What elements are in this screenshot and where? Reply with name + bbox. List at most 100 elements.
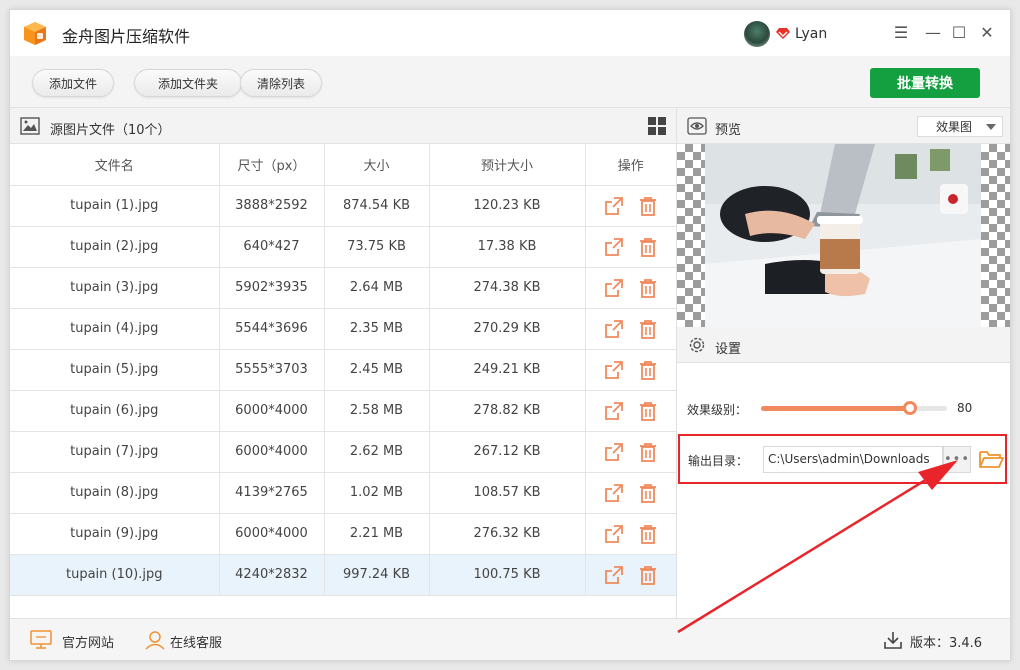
file-actions — [585, 472, 676, 514]
column-header-estimated-size[interactable]: 预计大小 — [429, 144, 586, 186]
quality-slider-thumb[interactable] — [902, 401, 917, 415]
table-row[interactable]: tupain (4).jpg 5544*3696 2.35 MB 270.29 KB — [10, 308, 676, 350]
file-estimated-size: 17.38 KB — [429, 226, 586, 268]
batch-convert-button[interactable]: 批量转换 — [870, 68, 980, 98]
export-icon[interactable] — [604, 319, 624, 339]
output-directory-row: 输出目录： C:\Users\admin\Downloads ••• — [678, 434, 1007, 484]
table-row[interactable]: tupain (7).jpg 6000*4000 2.62 MB 267.12 KB — [10, 431, 676, 473]
file-size: 2.62 MB — [324, 431, 430, 473]
monitor-icon — [30, 630, 52, 649]
file-actions — [585, 390, 676, 432]
browse-button[interactable]: ••• — [943, 446, 971, 473]
column-header-filename[interactable]: 文件名 — [10, 144, 220, 186]
app-logo-icon — [24, 22, 46, 45]
table-row[interactable]: tupain (5).jpg 5555*3703 2.45 MB 249.21 KB — [10, 349, 676, 391]
grid-view-icon[interactable] — [647, 116, 667, 136]
file-estimated-size: 276.32 KB — [429, 513, 586, 555]
menu-icon[interactable]: ☰ — [892, 24, 910, 42]
column-header-dimensions[interactable]: 尺寸（px） — [219, 144, 325, 186]
user-avatar[interactable] — [744, 21, 770, 47]
chevron-down-icon — [986, 124, 996, 130]
file-name: tupain (10).jpg — [10, 554, 220, 596]
file-name: tupain (5).jpg — [10, 349, 220, 391]
close-button[interactable]: ✕ — [978, 24, 996, 42]
table-row[interactable]: tupain (3).jpg 5902*3935 2.64 MB 274.38 KB — [10, 267, 676, 309]
online-support-link[interactable]: 在线客服 — [170, 632, 222, 651]
add-file-button[interactable]: 添加文件 — [32, 69, 114, 97]
file-dimensions: 5902*3935 — [219, 267, 325, 309]
trash-icon[interactable] — [638, 565, 658, 585]
file-estimated-size: 267.12 KB — [429, 431, 586, 473]
file-dimensions: 6000*4000 — [219, 431, 325, 473]
maximize-button[interactable]: ☐ — [950, 24, 968, 42]
export-icon[interactable] — [604, 401, 624, 421]
output-directory-label: 输出目录： — [688, 454, 749, 468]
file-size: 997.24 KB — [324, 554, 430, 596]
table-row[interactable]: tupain (6).jpg 6000*4000 2.58 MB 278.82 KB — [10, 390, 676, 432]
column-header-size[interactable]: 大小 — [324, 144, 430, 186]
file-actions — [585, 226, 676, 268]
file-estimated-size: 270.29 KB — [429, 308, 586, 350]
trash-icon[interactable] — [638, 483, 658, 503]
trash-icon[interactable] — [638, 319, 658, 339]
clear-list-button[interactable]: 清除列表 — [240, 69, 322, 97]
trash-icon[interactable] — [638, 360, 658, 380]
file-size: 874.54 KB — [324, 185, 430, 227]
export-icon[interactable] — [604, 278, 624, 298]
table-row[interactable]: tupain (8).jpg 4139*2765 1.02 MB 108.57 KB — [10, 472, 676, 514]
table-row[interactable]: tupain (10).jpg 4240*2832 997.24 KB 100.75 … — [10, 554, 676, 596]
column-header-actions: 操作 — [585, 144, 676, 186]
file-actions — [585, 185, 676, 227]
download-icon — [884, 632, 902, 649]
file-table: 文件名 尺寸（px） 大小 预计大小 操作 tupain (1).jpg 3888… — [10, 144, 676, 596]
settings-title: 设置 — [715, 342, 742, 357]
preview-area — [677, 144, 1010, 327]
file-name: tupain (1).jpg — [10, 185, 220, 227]
export-icon[interactable] — [604, 483, 624, 503]
preview-title: 预览 — [715, 123, 742, 138]
file-actions — [585, 349, 676, 391]
file-size: 73.75 KB — [324, 226, 430, 268]
status-bar: 官方网站 在线客服 版本：3.4.6 — [10, 618, 1010, 660]
file-size: 2.45 MB — [324, 349, 430, 391]
file-actions — [585, 554, 676, 596]
gear-icon — [689, 337, 705, 353]
file-actions — [585, 308, 676, 350]
trash-icon[interactable] — [638, 237, 658, 257]
export-icon[interactable] — [604, 524, 624, 544]
file-dimensions: 5544*3696 — [219, 308, 325, 350]
trash-icon[interactable] — [638, 196, 658, 216]
export-icon[interactable] — [604, 565, 624, 585]
file-list-panel: 源图片文件（10个） 文件名 尺寸（px） 大小 预计大小 操作 tupain … — [10, 108, 677, 618]
app-window: 金舟图片压缩软件 Lyan ☰ — ☐ ✕ 添加文件 添加文件夹 清除列表 批量… — [9, 9, 1011, 661]
file-estimated-size: 108.57 KB — [429, 472, 586, 514]
file-size: 2.64 MB — [324, 267, 430, 309]
file-dimensions: 6000*4000 — [219, 390, 325, 432]
table-row[interactable]: tupain (1).jpg 3888*2592 874.54 KB 120.23 K… — [10, 185, 676, 227]
file-actions — [585, 431, 676, 473]
output-directory-input[interactable]: C:\Users\admin\Downloads — [763, 446, 943, 473]
preview-mode-select[interactable]: 效果图 — [917, 116, 1003, 137]
add-folder-button[interactable]: 添加文件夹 — [134, 69, 242, 97]
trash-icon[interactable] — [638, 442, 658, 462]
export-icon[interactable] — [604, 237, 624, 257]
export-icon[interactable] — [604, 196, 624, 216]
table-row[interactable]: tupain (9).jpg 6000*4000 2.21 MB 276.32 KB — [10, 513, 676, 555]
file-name: tupain (9).jpg — [10, 513, 220, 555]
minimize-button[interactable]: — — [924, 24, 942, 42]
file-list-title: 源图片文件（10个） — [50, 123, 171, 138]
official-website-link[interactable]: 官方网站 — [62, 632, 114, 651]
open-folder-icon[interactable] — [978, 447, 1004, 471]
quality-slider[interactable] — [761, 401, 947, 415]
trash-icon[interactable] — [638, 524, 658, 544]
table-row[interactable]: tupain (2).jpg 640*427 73.75 KB 17.38 KB — [10, 226, 676, 268]
trash-icon[interactable] — [638, 278, 658, 298]
trash-icon[interactable] — [638, 401, 658, 421]
username[interactable]: Lyan — [795, 26, 827, 42]
file-size: 1.02 MB — [324, 472, 430, 514]
export-icon[interactable] — [604, 442, 624, 462]
export-icon[interactable] — [604, 360, 624, 380]
file-actions — [585, 513, 676, 555]
file-table-header-row: 文件名 尺寸（px） 大小 预计大小 操作 — [10, 144, 676, 186]
customer-service-icon — [145, 631, 165, 650]
